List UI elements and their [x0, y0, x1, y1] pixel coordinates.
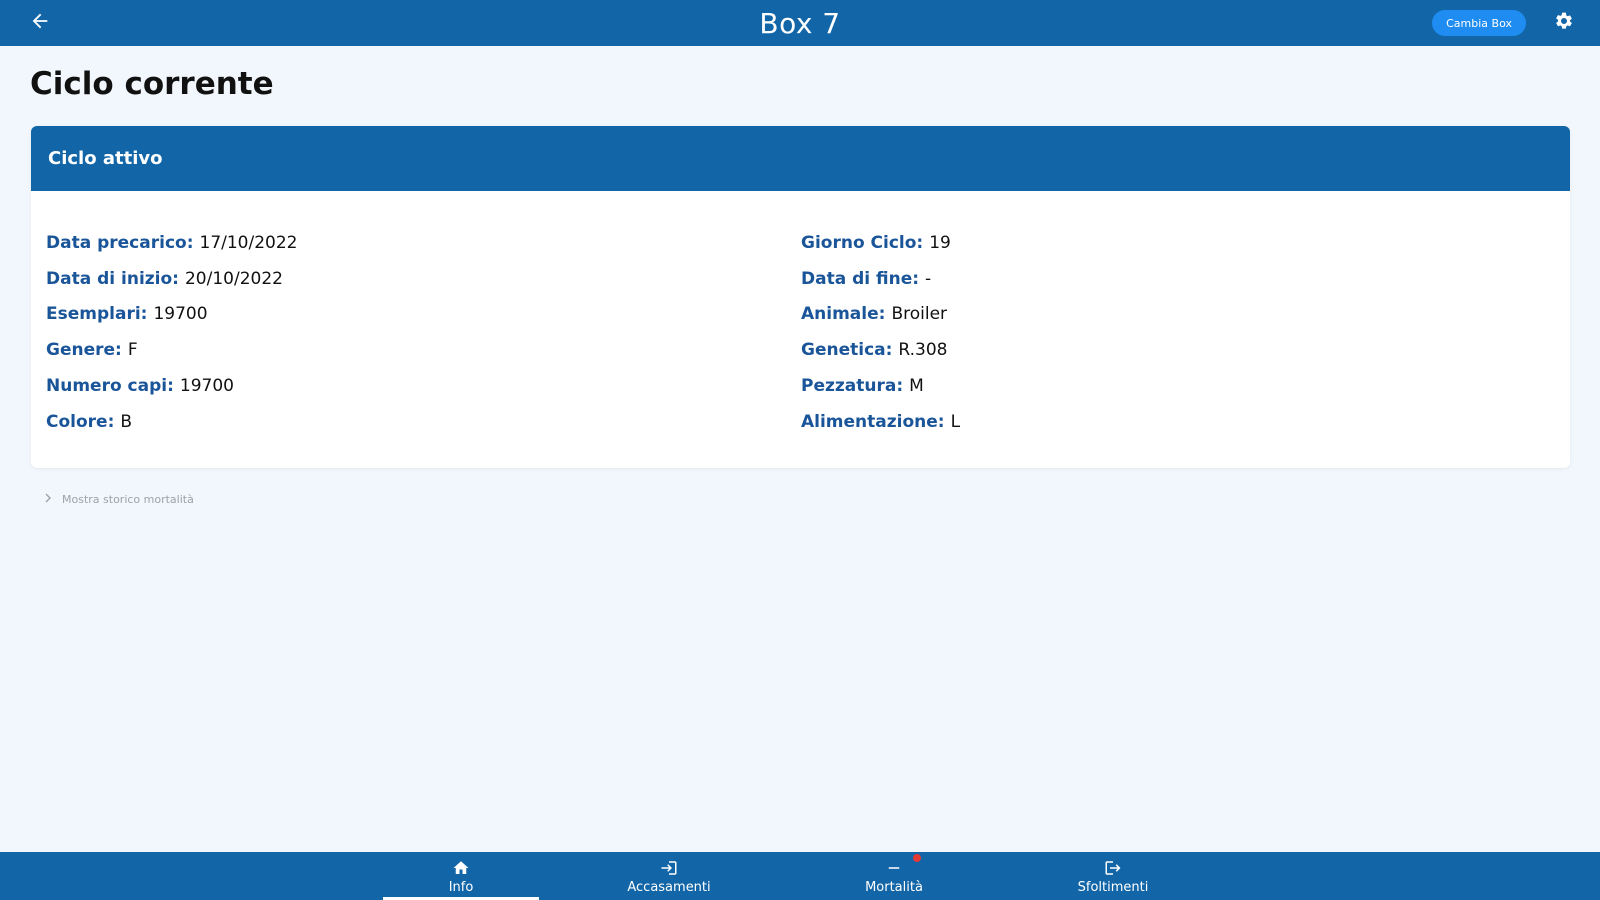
back-button[interactable] — [26, 9, 54, 37]
field-row: Genetica: R.308 — [801, 332, 1541, 368]
field-value: 19700 — [153, 304, 208, 325]
field-value: F — [127, 340, 138, 361]
field-label: Numero capi: — [46, 376, 174, 397]
field-label: Colore: — [46, 411, 115, 432]
bottom-navigation: Info Accasamenti Mortalità Sfoltimenti — [0, 852, 1600, 900]
field-row: Esemplari: 19700 — [46, 297, 786, 333]
mortality-history-label: Mostra storico mortalità — [62, 493, 194, 506]
field-value: - — [925, 268, 932, 289]
field-row: Genere: F — [46, 332, 786, 368]
field-row: Pezzatura: M — [801, 368, 1541, 404]
field-value: R.308 — [898, 340, 948, 361]
nav-item-label: Sfoltimenti — [1077, 879, 1149, 895]
minus-icon — [885, 853, 921, 878]
field-label: Data di fine: — [801, 268, 920, 289]
field-value: Broiler — [891, 304, 948, 325]
nav-item-label: Mortalità — [865, 879, 923, 895]
mortality-history-toggle[interactable]: Mostra storico mortalità — [44, 493, 194, 506]
field-label: Data precarico: — [46, 232, 194, 253]
field-row: Data di fine: - — [801, 261, 1541, 297]
field-label: Alimentazione: — [801, 411, 945, 432]
nav-item-mortalita[interactable]: Mortalità — [816, 852, 972, 900]
field-label: Data di inizio: — [46, 268, 179, 289]
top-app-bar: Box 7 Cambia Box — [0, 0, 1600, 46]
field-row: Data precarico: 17/10/2022 — [46, 225, 786, 261]
field-row: Alimentazione: L — [801, 404, 1541, 440]
field-label: Genetica: — [801, 340, 893, 361]
field-value: L — [950, 411, 961, 432]
field-row: Numero capi: 19700 — [46, 368, 786, 404]
nav-item-info[interactable]: Info — [383, 852, 539, 900]
gear-icon — [1554, 11, 1574, 35]
settings-button[interactable] — [1552, 11, 1576, 35]
card-header-title: Ciclo attivo — [31, 126, 1570, 191]
field-label: Giorno Ciclo: — [801, 232, 924, 253]
login-icon — [660, 858, 678, 878]
field-label: Genere: — [46, 340, 122, 361]
active-cycle-card: Ciclo attivo Data precarico: 17/10/2022 … — [31, 126, 1570, 468]
field-label: Esemplari: — [46, 304, 148, 325]
nav-item-sfoltimenti[interactable]: Sfoltimenti — [1035, 852, 1191, 900]
field-label: Animale: — [801, 304, 886, 325]
field-row: Data di inizio: 20/10/2022 — [46, 261, 786, 297]
nav-item-label: Info — [448, 879, 474, 895]
field-row: Colore: B — [46, 404, 786, 440]
card-body: Data precarico: 17/10/2022 Data di inizi… — [31, 191, 1570, 468]
nav-item-label: Accasamenti — [627, 879, 711, 895]
field-value: 17/10/2022 — [199, 232, 298, 253]
field-label: Pezzatura: — [801, 376, 904, 397]
nav-item-accasamenti[interactable]: Accasamenti — [591, 852, 747, 900]
right-field-column: Giorno Ciclo: 19 Data di fine: - Animale… — [801, 225, 1541, 440]
field-value: M — [909, 376, 924, 397]
change-box-button[interactable]: Cambia Box — [1432, 10, 1526, 36]
chevron-right-icon — [44, 493, 52, 506]
page-title: Ciclo corrente — [30, 66, 274, 102]
field-row: Giorno Ciclo: 19 — [801, 225, 1541, 261]
field-value: 19700 — [179, 376, 234, 397]
home-icon — [452, 858, 470, 878]
field-value: 19 — [929, 232, 951, 253]
field-value: 20/10/2022 — [184, 268, 283, 289]
notification-badge — [913, 853, 921, 862]
app-bar-title: Box 7 — [759, 6, 841, 40]
left-field-column: Data precarico: 17/10/2022 Data di inizi… — [46, 225, 786, 440]
field-row: Animale: Broiler — [801, 297, 1541, 333]
arrow-left-icon — [29, 10, 51, 36]
field-value: B — [120, 411, 133, 432]
logout-icon — [1104, 858, 1122, 878]
